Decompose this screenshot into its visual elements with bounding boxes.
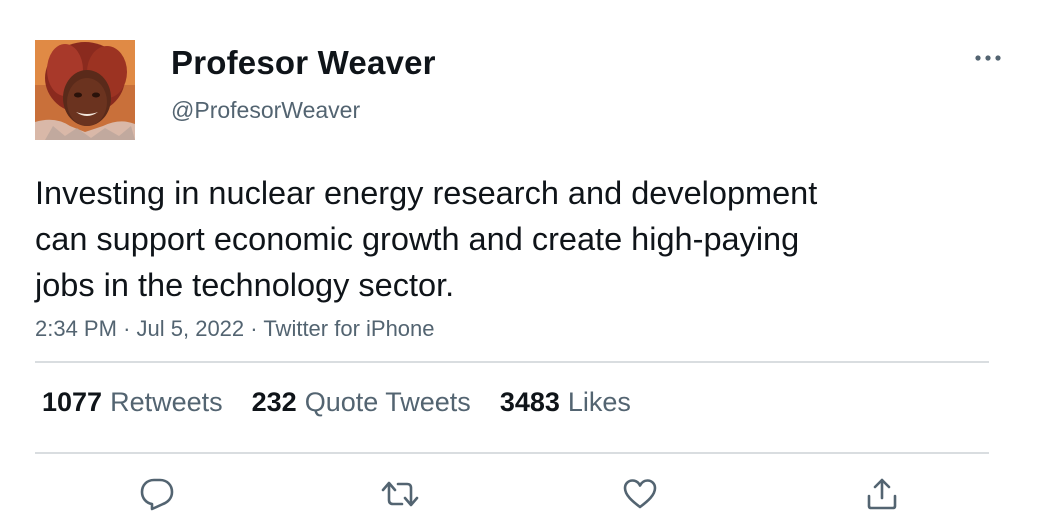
like-button[interactable] bbox=[616, 470, 664, 518]
share-icon bbox=[867, 478, 897, 510]
reply-button[interactable] bbox=[133, 470, 181, 518]
meta-separator: · bbox=[250, 316, 264, 341]
tweet-source[interactable]: Twitter for iPhone bbox=[263, 316, 434, 341]
display-name[interactable]: Profesor Weaver bbox=[171, 44, 436, 82]
quote-tweets-label: Quote Tweets bbox=[304, 387, 471, 417]
tweet-text-line: can support economic growth and create h… bbox=[35, 221, 800, 257]
meta-separator: · bbox=[123, 316, 137, 341]
tweet-text-line: jobs in the technology sector. bbox=[35, 267, 455, 303]
tweet-stats: 1077 Retweets 232 Quote Tweets 3483 Likes bbox=[42, 387, 660, 418]
more-options-button[interactable] bbox=[970, 48, 1006, 68]
more-dots-icon bbox=[975, 55, 1001, 61]
retweet-icon bbox=[381, 481, 419, 507]
quote-tweets-stat[interactable]: 232 Quote Tweets bbox=[252, 387, 471, 418]
reply-icon bbox=[140, 478, 174, 511]
likes-count: 3483 bbox=[499, 387, 560, 417]
retweets-label: Retweets bbox=[110, 387, 223, 417]
likes-label: Likes bbox=[567, 387, 631, 417]
divider bbox=[35, 361, 989, 363]
avatar[interactable] bbox=[35, 40, 135, 140]
tweet-time[interactable]: 2:34 PM bbox=[35, 316, 117, 341]
tweet-text-line: Investing in nuclear energy research and… bbox=[35, 175, 818, 211]
retweets-stat[interactable]: 1077 Retweets bbox=[42, 387, 223, 418]
username-handle[interactable]: @ProfesorWeaver bbox=[171, 97, 360, 124]
like-icon bbox=[623, 479, 657, 509]
retweet-button[interactable] bbox=[376, 470, 424, 518]
tweet-card: Profesor Weaver @ProfesorWeaver Investin… bbox=[0, 0, 1050, 525]
tweet-metadata: 2:34 PM · Jul 5, 2022 · Twitter for iPho… bbox=[35, 316, 435, 342]
retweets-count: 1077 bbox=[42, 387, 103, 417]
share-button[interactable] bbox=[858, 470, 906, 518]
quote-tweets-count: 232 bbox=[251, 387, 297, 417]
tweet-text: Investing in nuclear energy research and… bbox=[35, 170, 935, 308]
tweet-date[interactable]: Jul 5, 2022 bbox=[137, 316, 245, 341]
profile-photo-icon bbox=[35, 40, 135, 140]
divider bbox=[35, 452, 989, 454]
likes-stat[interactable]: 3483 Likes bbox=[500, 387, 631, 418]
